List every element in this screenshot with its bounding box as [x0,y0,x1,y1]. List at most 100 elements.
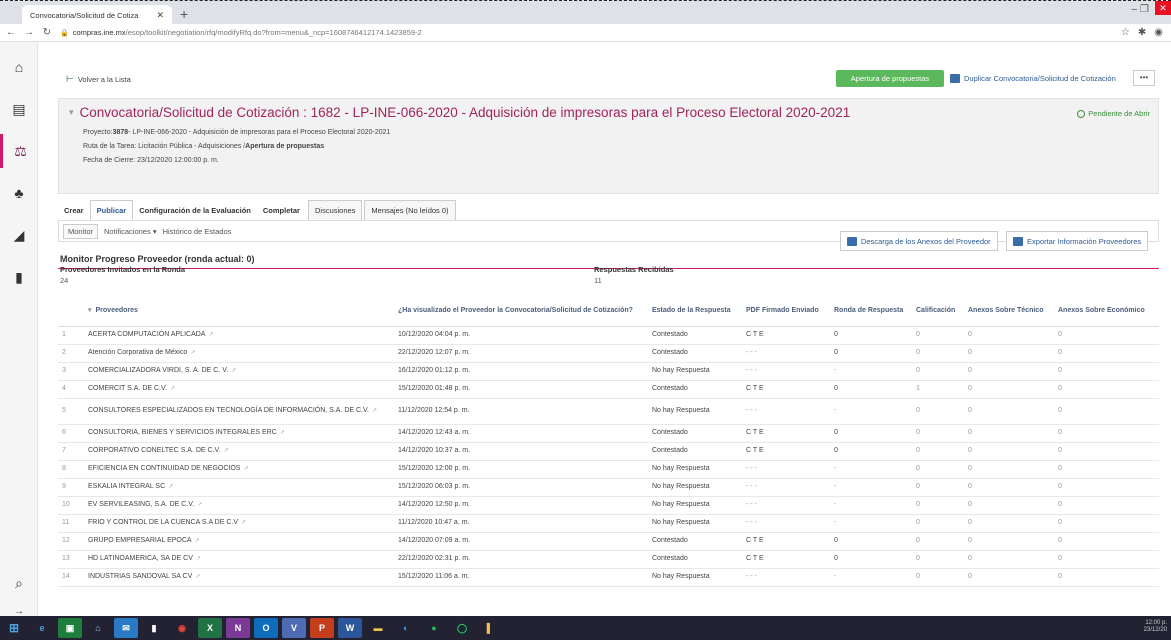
table-row[interactable]: 13 HD LATINOAMERICA, SA DE CV ↗ 22/12/2020 … [58,550,1159,569]
ie-icon[interactable]: e [30,618,54,638]
reload-icon[interactable]: ↻ [40,27,54,38]
supplier-name[interactable]: HD LATINOAMERICA, SA DE CV ↗ [84,550,394,569]
economic-annexes-text: 0 [1058,482,1062,490]
table-row[interactable]: 8 EFICIENCIA EN CONTINUIDAD DE NEGOCIOS ↗ 1… [58,460,1159,479]
response-status: No hay Respuesta [648,478,742,497]
supplier-name[interactable]: EV SERVILEASING, S.A. DE C.V. ↗ [84,496,394,515]
tab-completar[interactable]: Completar [257,200,306,220]
subnav-history[interactable]: Histórico de Estados [163,227,232,236]
duplicate-link[interactable]: Duplicar Convocatoria/Solicitud de Cotiz… [950,74,1116,83]
external-link-icon[interactable]: ↗ [208,332,213,338]
supplier-name[interactable]: COMERCIALIZADORA VIRDI, S. A. DE C. V. ↗ [84,362,394,381]
external-link-icon[interactable]: ↗ [195,574,200,580]
tab-crear[interactable]: Crear [58,200,90,220]
documents-icon[interactable]: ▮ [0,260,38,294]
supplier-name[interactable]: EFICIENCIA EN CONTINUIDAD DE NEGOCIOS ↗ [84,460,394,479]
folder-icon[interactable]: ▬ [366,618,390,638]
supplier-name[interactable]: CORPORATIVO CONELTEC S.A. DE C.V. ↗ [84,442,394,461]
table-row[interactable]: 14 INDUSTRIAS SANDOVAL SA CV ↗ 15/12/2020 1… [58,568,1159,587]
external-link-icon[interactable]: ↗ [243,466,248,472]
spotify-icon[interactable]: ● [422,618,446,638]
download-annexes-button[interactable]: Descarga de los Anexos del Proveedor [840,231,998,251]
restore-icon[interactable]: ❐ [1140,4,1149,15]
external-link-icon[interactable]: ↗ [224,448,229,454]
external-link-icon[interactable]: ↗ [197,502,202,508]
external-link-icon[interactable]: ↗ [241,520,246,526]
dashboard-icon[interactable]: ▤ [0,92,38,126]
new-tab-icon[interactable]: + [180,6,188,22]
mail-icon[interactable]: ✉ [114,618,138,638]
subnav-notifications[interactable]: Notificaciones ▾ [104,227,157,236]
sourcing-icon[interactable]: ⚖ [0,134,38,168]
table-row[interactable]: 1 ACERTA COMPUTACIÓN APLICADA ↗ 10/12/2020 … [58,326,1159,345]
table-row[interactable]: 3 COMERCIALIZADORA VIRDI, S. A. DE C. V. ↗… [58,362,1159,381]
external-link-icon[interactable]: ↗ [196,556,201,562]
external-link-icon[interactable]: ↗ [195,538,200,544]
tab-configuracion[interactable]: Configuración de la Evaluación [133,200,257,220]
subnav-monitor[interactable]: Monitor [63,223,99,239]
external-link-icon[interactable]: ↗ [280,430,285,436]
back-to-list-link[interactable]: ⊢ Volver a la Lista [66,74,131,85]
file-icon[interactable]: ▌ [478,618,502,638]
system-tray-clock[interactable]: 12:00 p. 23/12/20 [1144,620,1167,634]
supplier-name[interactable]: CONSULTORIA, BIENES Y SERVICIOS INTEGRAL… [84,424,394,443]
table-row[interactable]: 2 Atención Corporativa de México ↗ 22/12/20… [58,344,1159,363]
supplier-name[interactable]: COMERCIT S.A. DE C.V. ↗ [84,380,394,399]
word-icon[interactable]: W [338,618,362,638]
address-bar[interactable]: 🔒 compras.ine.mx /esop/toolkit/negotiati… [60,26,1121,40]
external-link-icon[interactable]: ↗ [231,368,236,374]
excel-icon[interactable]: X [198,618,222,638]
supplier-name[interactable]: CONSULTORES ESPECIALIZADOS EN TECNOLOGÍA… [84,398,394,425]
supplier-name[interactable]: Atención Corporativa de México ↗ [84,344,394,363]
table-row[interactable]: 7 CORPORATIVO CONELTEC S.A. DE C.V. ↗ 14/12… [58,442,1159,461]
supplier-name[interactable]: GRUPO EMPRESARIAL EPOCA ↗ [84,532,394,551]
browser-tab[interactable]: Convocatoria/Solicitud de Cotiza ✕ [22,5,172,25]
tab-discusiones[interactable]: Discusiones [307,200,363,220]
table-row[interactable]: 12 GRUPO EMPRESARIAL EPOCA ↗ 14/12/2020 07:… [58,532,1159,551]
chevron-down-icon[interactable]: ▾ [69,107,74,118]
external-link-icon[interactable]: ↗ [190,350,195,356]
analytics-icon[interactable]: ◢ [0,218,38,252]
more-button[interactable]: ••• [1133,70,1155,86]
phone-icon[interactable]: ▮ [142,618,166,638]
app-icon[interactable]: ▣ [58,618,82,638]
whatsapp-icon[interactable]: ◯ [450,618,474,638]
table-row[interactable]: 9 ESKALIA INTEGRAL SC ↗ 15/12/2020 06:03 p.… [58,478,1159,497]
table-row[interactable]: 6 CONSULTORIA, BIENES Y SERVICIOS INTEGRA… [58,424,1159,443]
minimize-icon[interactable]: – [1131,4,1137,15]
profile-icon[interactable]: ◉ [1154,27,1163,38]
tab-publicar[interactable]: Publicar [89,200,134,220]
external-link-icon[interactable]: ↗ [170,386,175,392]
supplier-name[interactable]: ACERTA COMPUTACIÓN APLICADA ↗ [84,326,394,345]
onenote-icon[interactable]: N [226,618,250,638]
table-row[interactable]: 5 CONSULTORES ESPECIALIZADOS EN TECNOLOGÍ… [58,398,1159,425]
supplier-name[interactable]: INDUSTRIAS SANDOVAL SA CV ↗ [84,568,394,587]
suppliers-icon[interactable]: ♣ [0,176,38,210]
supplier-name[interactable]: ESKALIA INTEGRAL SC ↗ [84,478,394,497]
table-row[interactable]: 10 EV SERVILEASING, S.A. DE C.V. ↗ 14/12/20… [58,496,1159,515]
window-close-icon[interactable]: ✕ [1155,1,1171,15]
chrome-icon[interactable]: ◉ [170,618,194,638]
extension-icon[interactable]: ✱ [1138,27,1146,38]
browser-tabstrip: Convocatoria/Solicitud de Cotiza ✕ + – ❐… [0,0,1171,25]
outlook-icon[interactable]: O [254,618,278,638]
close-icon[interactable]: ✕ [156,10,164,21]
windows-start-icon[interactable]: ⊞ [2,618,26,638]
table-row[interactable]: 4 COMERCIT S.A. DE C.V. ↗ 15/12/2020 01:48 … [58,380,1159,399]
visio-icon[interactable]: V [282,618,306,638]
external-link-icon[interactable]: ↗ [168,484,173,490]
export-suppliers-button[interactable]: Exportar Información Proveedores [1006,231,1149,251]
supplier-name[interactable]: FRIO Y CONTROL DE LA CUENCA S.A DE C.V ↗ [84,514,394,533]
tab-mensajes[interactable]: Mensajes (No leídos 0) [364,200,456,220]
open-proposals-button[interactable]: Apertura de propuestas [836,70,944,87]
star-icon[interactable]: ☆ [1121,27,1130,38]
home-app-icon[interactable]: ⌂ [86,618,110,638]
teams-icon[interactable]: ◐ [394,618,418,638]
home-icon[interactable]: ⌂ [0,50,38,84]
forward-arrow-icon[interactable]: → [22,27,36,38]
external-link-icon[interactable]: ↗ [372,408,377,414]
table-row[interactable]: 11 FRIO Y CONTROL DE LA CUENCA S.A DE C.V… [58,514,1159,533]
col-proveedores[interactable]: ▾ Proveedores [84,296,394,327]
back-arrow-icon[interactable]: ← [4,27,18,38]
powerpoint-icon[interactable]: P [310,618,334,638]
